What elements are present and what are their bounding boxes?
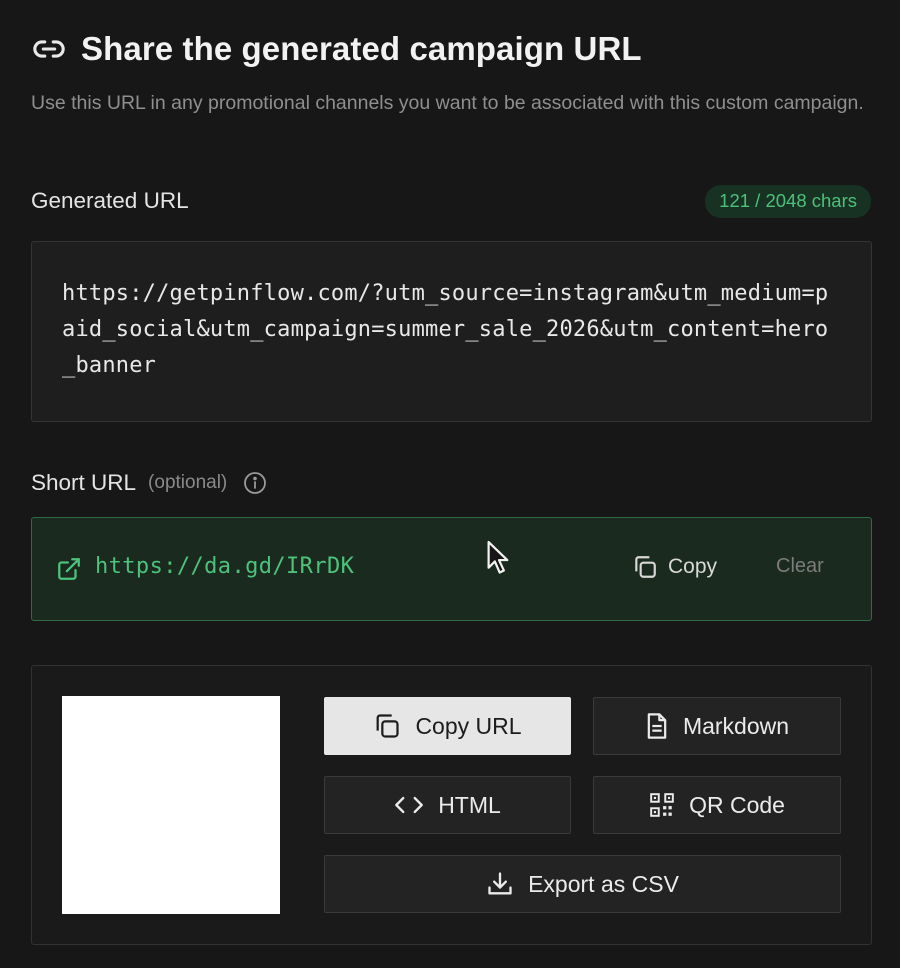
markdown-button[interactable]: Markdown [593, 697, 841, 755]
qr-code-label: QR Code [689, 791, 785, 818]
link-icon [31, 31, 67, 67]
qr-code-icon [649, 792, 675, 818]
char-count-badge: 121 / 2048 chars [705, 185, 871, 218]
html-button[interactable]: HTML [324, 776, 571, 834]
optional-label: (optional) [148, 472, 228, 493]
markdown-label: Markdown [682, 712, 790, 739]
share-campaign-url-page: Share the generated campaign URL Use thi… [0, 0, 900, 968]
short-url-link[interactable]: https://da.gd/IRrDK [95, 554, 354, 579]
generated-url-label: Generated URL [31, 188, 189, 213]
short-url-label: Short URL [31, 470, 137, 495]
document-icon [645, 712, 669, 740]
page-title: Share the generated campaign URL [81, 30, 642, 67]
page-description: Use this URL in any promotional channels… [31, 92, 864, 114]
short-url-box: https://da.gd/IRrDK Copy Clear [31, 517, 872, 621]
export-csv-button[interactable]: Export as CSV [324, 855, 841, 913]
info-icon[interactable] [243, 471, 267, 495]
export-panel: Copy URL Markdown HTML QR Code Export as… [31, 665, 872, 945]
short-url-label-row: Short URL (optional) [31, 470, 267, 496]
mouse-cursor-icon [486, 540, 512, 581]
copy-label: Copy [668, 555, 718, 578]
generated-url-box[interactable]: https://getpinflow.com/?utm_source=insta… [31, 241, 872, 422]
header: Share the generated campaign URL [31, 30, 642, 68]
external-link-icon[interactable] [56, 556, 82, 587]
code-icon [394, 793, 424, 817]
qr-code-preview [62, 696, 280, 914]
copy-url-label: Copy URL [415, 712, 522, 739]
copy-icon [373, 712, 401, 740]
copy-url-button[interactable]: Copy URL [324, 697, 571, 755]
copy-short-url-button[interactable]: Copy [632, 554, 717, 580]
html-label: HTML [438, 791, 501, 818]
clear-button[interactable]: Clear [776, 555, 824, 578]
export-csv-label: Export as CSV [528, 870, 679, 897]
qr-code-button[interactable]: QR Code [593, 776, 841, 834]
copy-icon [632, 554, 658, 580]
download-icon [486, 870, 514, 898]
generated-url-text[interactable]: https://getpinflow.com/?utm_source=insta… [62, 276, 841, 384]
